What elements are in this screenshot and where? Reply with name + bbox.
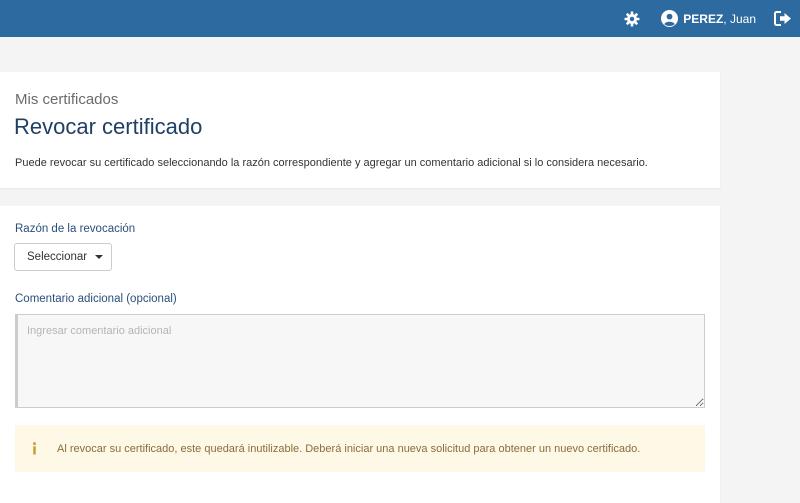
- breadcrumb[interactable]: Mis certificados: [15, 91, 118, 108]
- user-first-name: , Juan: [723, 11, 756, 26]
- warning-alert: Al revocar su certificado, este quedará …: [15, 425, 705, 472]
- reason-select-value: Seleccionar: [27, 251, 88, 263]
- caret-down-icon: [95, 255, 104, 259]
- comment-textarea[interactable]: [15, 314, 705, 408]
- page-description: Puede revocar su certificado seleccionan…: [15, 157, 648, 169]
- reason-label: Razón de la revocación: [15, 223, 136, 235]
- page-title: Revocar certificado: [14, 114, 203, 139]
- sign-out-icon[interactable]: [774, 11, 792, 27]
- info-icon: [29, 442, 39, 456]
- user-menu[interactable]: PEREZ, Juan: [661, 10, 756, 27]
- reason-select[interactable]: Seleccionar: [14, 243, 112, 271]
- user-last-name: PEREZ: [683, 11, 724, 26]
- alert-message: Al revocar su certificado, este quedará …: [57, 442, 641, 455]
- top-bar: PEREZ, Juan: [0, 0, 800, 37]
- gear-icon[interactable]: [623, 10, 641, 28]
- user-circle-icon: [661, 10, 679, 27]
- comment-label: Comentario adicional (opcional): [15, 293, 177, 305]
